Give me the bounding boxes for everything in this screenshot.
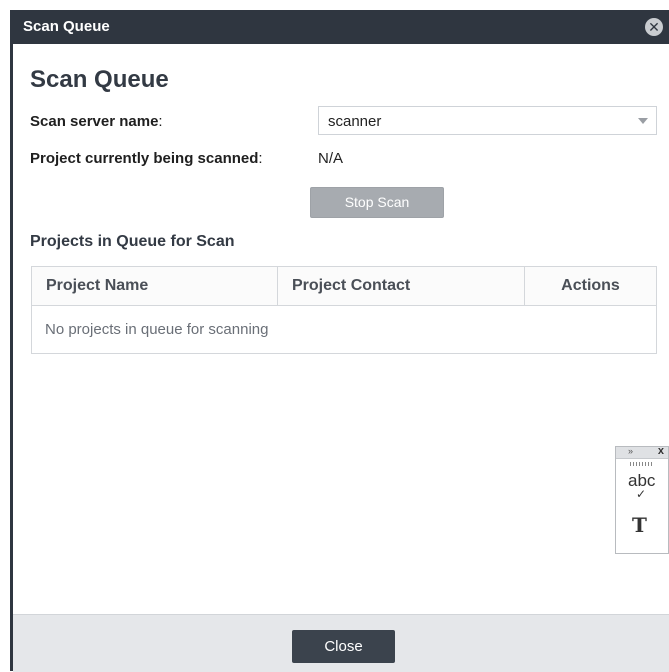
table-header-row: Project Name Project Contact Actions <box>31 266 657 306</box>
queue-table: Project Name Project Contact Actions No … <box>31 266 657 354</box>
empty-table-message: No projects in queue for scanning <box>31 305 657 354</box>
label-colon: : <box>258 150 263 167</box>
expand-arrows-icon[interactable]: » <box>628 446 633 456</box>
chevron-down-icon <box>638 118 648 124</box>
page-title: Scan Queue <box>30 66 169 93</box>
column-header-project-name[interactable]: Project Name <box>31 266 278 306</box>
text-format-icon[interactable]: T <box>632 513 647 537</box>
close-button[interactable]: Close <box>292 630 395 663</box>
current-project-value: N/A <box>318 150 344 167</box>
label-colon: : <box>158 113 163 130</box>
column-header-actions: Actions <box>524 266 657 306</box>
close-icon[interactable]: ✕ <box>645 18 663 36</box>
scan-server-label-text: Scan server name <box>30 113 159 130</box>
column-header-project-contact[interactable]: Project Contact <box>277 266 525 306</box>
scan-server-label: Scan server name: <box>30 113 163 130</box>
current-project-label: Project currently being scanned: <box>30 150 263 167</box>
checkmark-icon: ✓ <box>636 487 647 501</box>
dialog-footer: Close <box>13 614 669 672</box>
stop-scan-button[interactable]: Stop Scan <box>310 187 444 218</box>
widget-close-icon[interactable]: x <box>658 445 664 457</box>
spellcheck-widget: » x abc ✓ T <box>615 445 669 554</box>
spellcheck-widget-titlebar[interactable]: » x <box>616 445 668 459</box>
queue-heading: Projects in Queue for Scan <box>30 233 235 250</box>
scan-queue-dialog: Scan Queue ✕ Scan Queue Scan server name… <box>10 10 669 672</box>
table-row: No projects in queue for scanning <box>31 305 657 354</box>
scan-server-select[interactable]: scanner <box>318 106 657 135</box>
dialog-title: Scan Queue <box>23 18 110 35</box>
drag-handle-icon[interactable] <box>630 462 654 466</box>
current-project-label-text: Project currently being scanned <box>30 150 259 167</box>
dialog-titlebar: Scan Queue ✕ <box>13 10 669 44</box>
scan-server-value: scanner <box>328 113 382 130</box>
